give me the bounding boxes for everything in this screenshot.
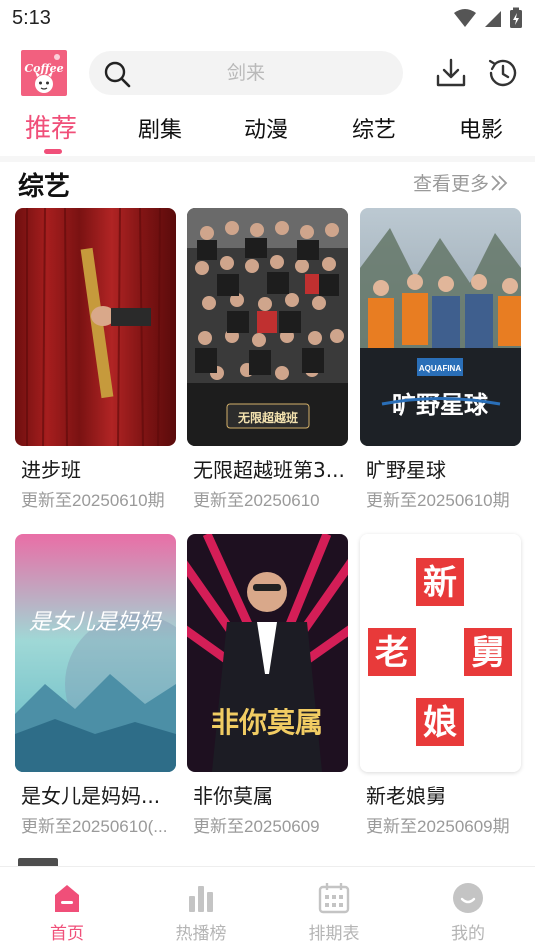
search-placeholder: 剑来 (226, 62, 265, 84)
svg-text:AQUAFINA: AQUAFINA (419, 364, 461, 373)
poster-char: 新 (423, 563, 457, 603)
nav-label: 我的 (451, 924, 485, 944)
poster-image (15, 208, 176, 446)
wifi-icon (454, 9, 476, 27)
show-card[interactable]: AQUAFINA 旷野星球 旷野星球 更新至20250610期 (360, 208, 521, 510)
show-update-status: 更新至20250609期 (366, 817, 510, 836)
profile-icon (453, 883, 483, 913)
see-more-label: 查看更多 (413, 173, 490, 195)
status-icons (453, 7, 523, 29)
nav-label: 排期表 (308, 924, 360, 944)
svg-text:非你莫属: 非你莫属 (211, 706, 323, 739)
battery-icon (510, 7, 522, 28)
show-title: 旷野星球 (366, 458, 446, 482)
tab-anime[interactable]: 动漫 (244, 112, 288, 144)
poster-image: 非你莫属 (187, 534, 348, 772)
svg-text:旷野星球: 旷野星球 (392, 391, 489, 419)
nav-profile[interactable]: 我的 (418, 867, 518, 952)
nav-ranking[interactable]: 热播榜 (151, 867, 251, 952)
show-update-status: 更新至20250610(... (21, 817, 168, 836)
app-logo[interactable]: Coffee (21, 50, 67, 96)
poster-char: 老 (375, 633, 409, 673)
show-title: 无限超越班第3... (193, 458, 345, 482)
see-more-link[interactable]: 查看更多 (413, 169, 509, 196)
tab-movies[interactable]: 电影 (459, 112, 503, 144)
show-card[interactable]: 是女儿是妈妈 是女儿是妈妈... 更新至20250610(... (15, 534, 176, 836)
calendar-icon (318, 883, 350, 914)
poster-char: 娘 (423, 703, 457, 743)
show-update-status: 更新至20250610期 (366, 491, 510, 510)
show-update-status: 更新至20250609 (193, 817, 320, 836)
status-bar: 5:13 (0, 0, 535, 36)
nav-label: 首页 (50, 924, 84, 944)
svg-text:是女儿是妈妈: 是女儿是妈妈 (29, 610, 163, 635)
poster-image: 是女儿是妈妈 (15, 534, 176, 772)
logo-text: Coffee (24, 62, 64, 75)
tab-recommend[interactable]: 推荐 (25, 108, 77, 145)
home-icon (55, 885, 79, 912)
divider (0, 156, 535, 162)
download-icon[interactable] (434, 56, 468, 90)
section-title: 综艺 (18, 172, 71, 202)
tab-variety[interactable]: 综艺 (352, 112, 396, 144)
tab-series[interactable]: 剧集 (138, 112, 182, 144)
active-tab-indicator (44, 149, 62, 154)
signal-icon (485, 11, 501, 27)
show-update-status: 更新至20250610期 (21, 491, 165, 510)
show-title: 是女儿是妈妈... (21, 784, 161, 808)
nav-home[interactable]: 首页 (17, 867, 117, 952)
bar-chart-icon (189, 886, 213, 912)
poster-image: 新 老 舅 娘 (360, 534, 521, 772)
search-bar[interactable]: 剑来 (89, 51, 403, 95)
top-bar: Coffee 剑来 (0, 44, 535, 102)
show-card[interactable]: 新 老 舅 娘 新老娘舅 更新至20250609期 (360, 534, 521, 836)
history-icon[interactable] (486, 56, 520, 90)
show-update-status: 更新至20250610 (193, 491, 320, 510)
show-card[interactable]: 无限超越班 无限超越班第3... 更新至20250610 (187, 208, 348, 510)
show-card[interactable]: 非你莫属 非你莫属 更新至20250609 (187, 534, 348, 836)
poster-image: AQUAFINA 旷野星球 (360, 208, 521, 446)
show-card[interactable]: 进步班 更新至20250610期 (15, 208, 176, 510)
category-tabs: 推荐 剧集 动漫 综艺 电影 (0, 108, 535, 156)
double-chevron-right-icon (491, 174, 508, 191)
show-title: 新老娘舅 (366, 784, 446, 808)
poster-char: 舅 (471, 633, 505, 673)
nav-label: 热播榜 (175, 924, 227, 944)
status-time: 5:13 (12, 6, 51, 29)
show-title: 非你莫属 (193, 784, 273, 808)
bottom-nav: 首页 热播榜 排期表 我的 (0, 866, 535, 951)
show-title: 进步班 (21, 458, 81, 482)
poster-image: 无限超越班 (187, 208, 348, 446)
nav-schedule[interactable]: 排期表 (284, 867, 384, 952)
svg-text:无限超越班: 无限超越班 (237, 410, 298, 425)
